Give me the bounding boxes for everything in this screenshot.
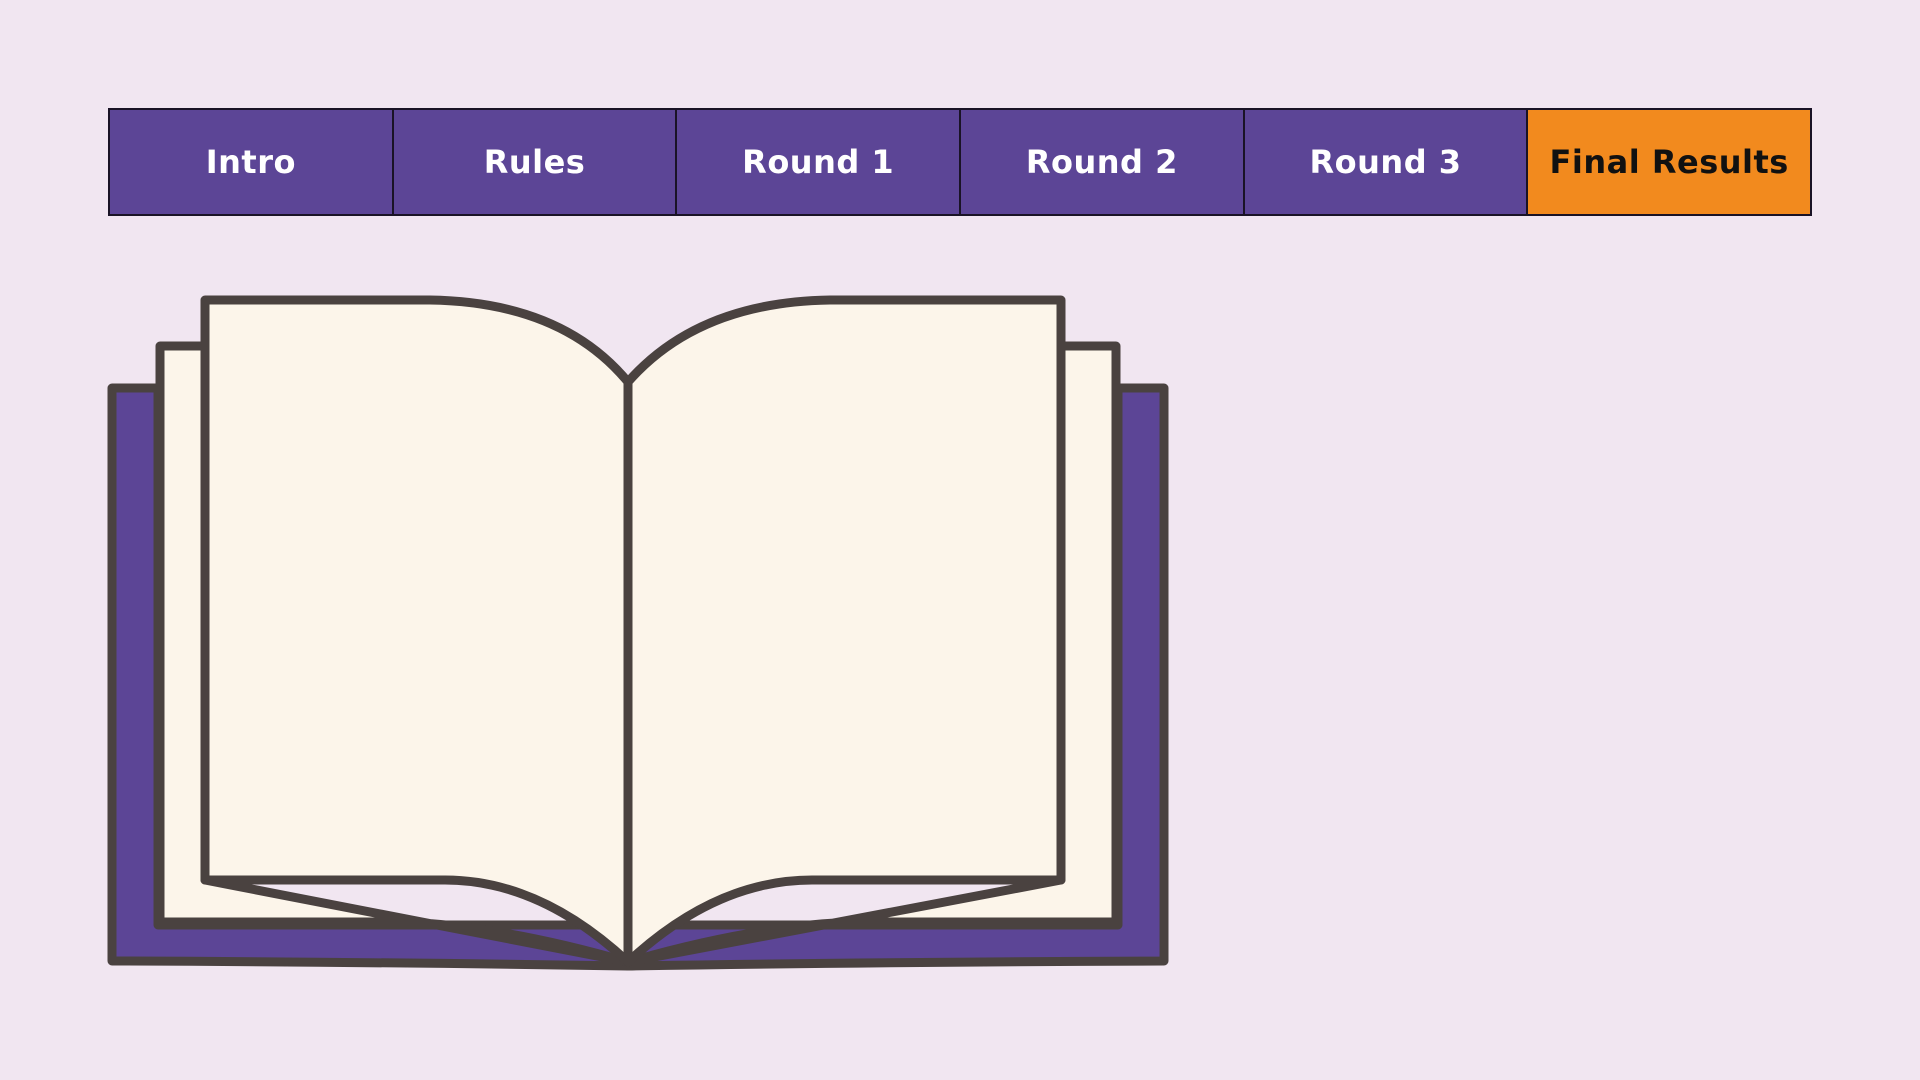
book-page-left <box>200 295 633 967</box>
book-page-right <box>623 295 1066 967</box>
open-book-icon <box>107 295 1169 971</box>
